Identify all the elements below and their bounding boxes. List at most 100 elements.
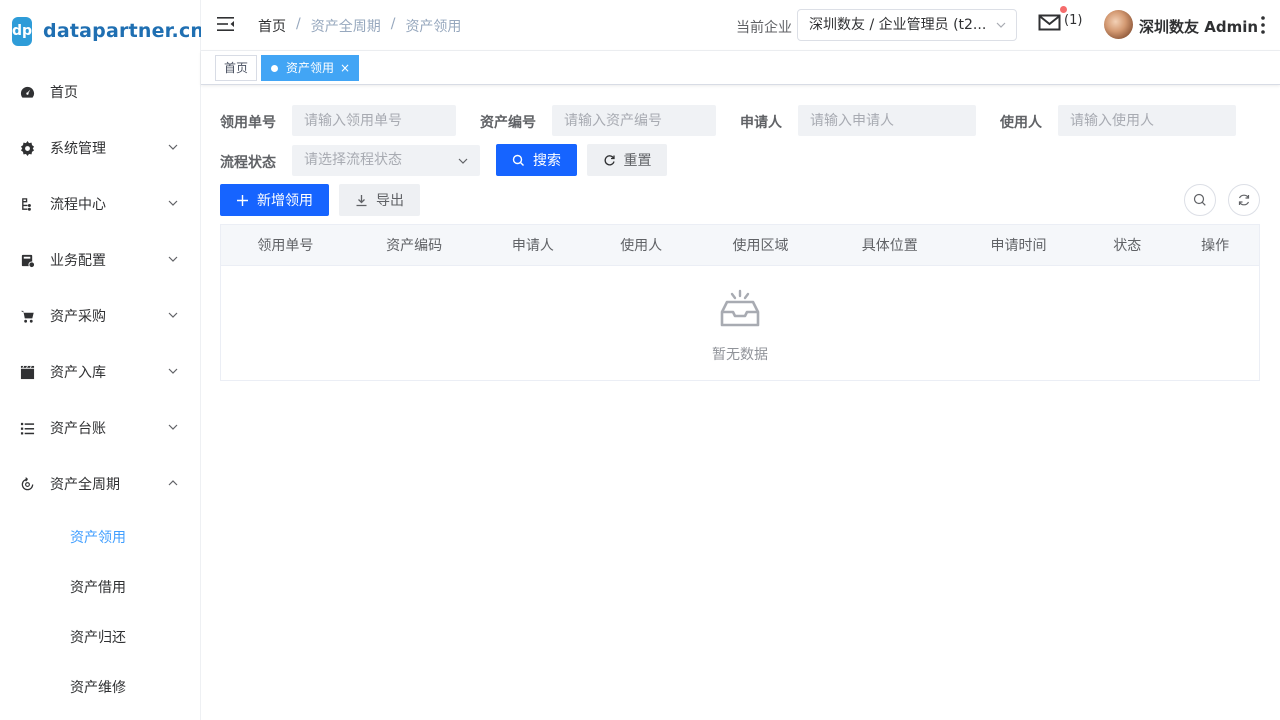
user-input[interactable]: [1058, 105, 1236, 136]
tag-asset-requisition[interactable]: 资产领用 ×: [261, 55, 360, 81]
sidebar-item-inbound[interactable]: 资产入库: [0, 344, 200, 400]
chevron-down-icon: [168, 368, 178, 374]
status-select[interactable]: 请选择流程状态: [292, 145, 480, 176]
list-icon: [20, 421, 35, 436]
download-icon: [355, 194, 368, 207]
sidebar-item-purchase[interactable]: 资产采购: [0, 288, 200, 344]
company-label: 当前企业: [736, 20, 792, 36]
column-header: 具体位置: [861, 238, 918, 254]
sidebar-menu: 首页 系统管理 流程中心 业务配置 资产采购 资产入库 资产台账 资产全周期 资…: [0, 64, 200, 712]
sidebar-item-label: 资产全周期: [50, 477, 120, 493]
chevron-down-icon: [168, 424, 178, 430]
sidebar-item-label: 资产采购: [50, 309, 106, 325]
config-icon: [20, 253, 35, 268]
sidebar-item-system[interactable]: 系统管理: [0, 120, 200, 176]
column-header: 使用区域: [732, 238, 789, 254]
toggle-search-button[interactable]: [1184, 184, 1216, 216]
column-header: 状态: [1113, 238, 1142, 254]
company-select-value: 深圳数友 / 企业管理员 (t2...: [809, 17, 987, 33]
tag-label: 资产领用: [286, 61, 335, 75]
search-button-label: 搜索: [533, 153, 561, 169]
breadcrumb-home[interactable]: 首页: [258, 16, 286, 36]
column-header: 领用单号: [257, 238, 314, 254]
sidebar-subitem-asset-requisition[interactable]: 资产领用: [0, 512, 200, 562]
sidebar-subitem-asset-borrow[interactable]: 资产借用: [0, 562, 200, 612]
status-label: 流程状态: [220, 155, 276, 171]
column-header: 申请人: [511, 238, 554, 254]
sidebar-item-ledger[interactable]: 资产台账: [0, 400, 200, 456]
cart-icon: [20, 309, 35, 324]
sidebar-item-business-config[interactable]: 业务配置: [0, 232, 200, 288]
search-icon: [512, 154, 525, 167]
top-header: 首页 / 资产全周期 / 资产领用 当前企业 深圳数友 / 企业管理员 (t2.…: [201, 0, 1280, 51]
breadcrumb-current: 资产领用: [405, 19, 462, 35]
sidebar: dp datapartner.cn 首页 系统管理 流程中心 业务配置 资产采购…: [0, 0, 204, 720]
sidebar-item-label: 系统管理: [50, 141, 106, 157]
add-requisition-button[interactable]: 新增领用: [220, 184, 329, 216]
active-dot: [271, 65, 278, 72]
refresh-icon: [1238, 194, 1250, 206]
sidebar-item-label: 业务配置: [50, 253, 106, 269]
mail-count: (1): [1064, 13, 1083, 28]
sidebar-item-lifecycle[interactable]: 资产全周期: [0, 456, 200, 512]
chevron-down-icon: [996, 22, 1006, 28]
company-select[interactable]: 深圳数友 / 企业管理员 (t2...: [797, 9, 1017, 41]
empty-state: 暂无数据: [221, 266, 1259, 381]
reset-button[interactable]: 重置: [587, 144, 667, 176]
export-button[interactable]: 导出: [339, 184, 420, 216]
menu-fold-icon[interactable]: [217, 16, 235, 32]
search-button[interactable]: 搜索: [496, 144, 577, 176]
asset-no-input[interactable]: [552, 105, 716, 136]
order-no-label: 领用单号: [220, 115, 276, 131]
applicant-label: 申请人: [740, 115, 782, 131]
reset-button-label: 重置: [623, 153, 652, 169]
export-button-label: 导出: [376, 193, 404, 209]
logo[interactable]: dp datapartner.cn: [0, 0, 204, 62]
username[interactable]: 深圳数友 Admin: [1139, 16, 1258, 37]
add-button-label: 新增领用: [257, 193, 313, 209]
dashboard-icon: [20, 85, 35, 100]
flow-icon: [20, 197, 35, 212]
logo-mark: dp: [12, 16, 33, 46]
order-no-input[interactable]: [292, 105, 456, 136]
chevron-down-icon: [168, 312, 178, 318]
chevron-down-icon: [458, 158, 468, 164]
chevron-up-icon: [168, 480, 178, 486]
breadcrumb: 首页 / 资产全周期 / 资产领用: [258, 16, 461, 36]
column-header: 资产编码: [386, 238, 443, 254]
search-icon: [1193, 193, 1206, 206]
chevron-down-icon: [168, 144, 178, 150]
column-header: 申请时间: [990, 238, 1047, 254]
empty-box-icon: [720, 289, 760, 327]
tag-home[interactable]: 首页: [215, 55, 258, 81]
applicant-input[interactable]: [798, 105, 976, 136]
refresh-table-button[interactable]: [1228, 184, 1260, 216]
chevron-down-icon: [168, 200, 178, 206]
sidebar-item-flow[interactable]: 流程中心: [0, 176, 200, 232]
breadcrumb-lifecycle: 资产全周期: [310, 19, 381, 35]
logo-text: datapartner.cn: [43, 20, 205, 42]
gear-icon: [20, 140, 35, 156]
more-vertical-icon[interactable]: [1259, 15, 1267, 35]
sidebar-item-home[interactable]: 首页: [0, 64, 200, 120]
clapper-icon: [20, 365, 35, 380]
plus-icon: [236, 194, 249, 207]
tags-view: 首页 资产领用 ×: [201, 51, 1280, 85]
breadcrumb-separator: /: [296, 16, 301, 32]
sidebar-item-label: 资产台账: [50, 421, 106, 437]
sidebar-item-label: 流程中心: [50, 197, 106, 213]
breadcrumb-separator: /: [390, 16, 396, 32]
sidebar-subitem-asset-repair[interactable]: 资产维修: [0, 662, 200, 712]
requisition-table: 领用单号 资产编码 申请人 使用人 使用区域 具体位置 申请时间 状态 操作 暂…: [220, 224, 1260, 381]
asset-no-label: 资产编号: [480, 115, 536, 131]
unread-dot: [1060, 6, 1067, 13]
empty-text: 暂无数据: [712, 347, 768, 363]
refresh-icon: [603, 154, 616, 167]
close-icon[interactable]: ×: [340, 56, 350, 80]
status-select-placeholder: 请选择流程状态: [304, 152, 402, 168]
avatar[interactable]: [1104, 10, 1133, 39]
user-label: 使用人: [1000, 115, 1042, 131]
sidebar-subitem-asset-return[interactable]: 资产归还: [0, 612, 200, 662]
column-header: 操作: [1201, 238, 1230, 254]
mail-icon[interactable]: [1038, 13, 1062, 33]
